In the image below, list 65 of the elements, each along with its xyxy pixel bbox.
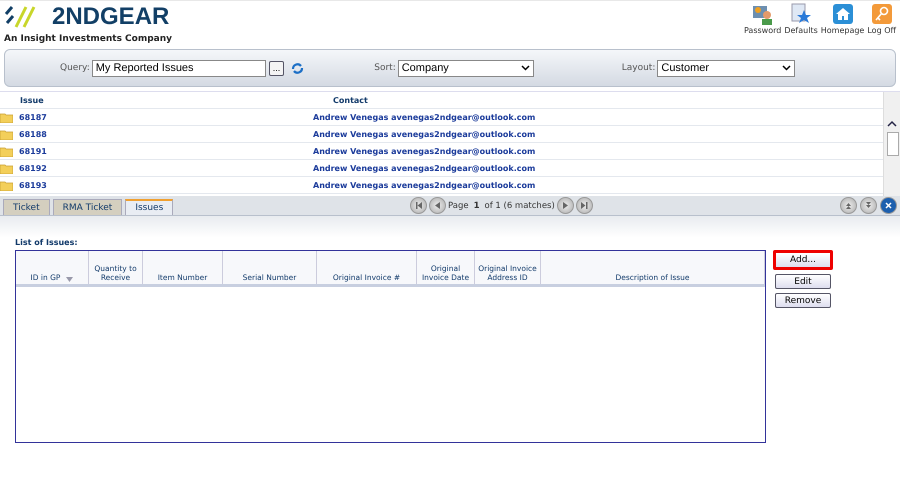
double-chevron-up-icon <box>845 202 852 209</box>
contact-cell-text: Andrew Venegas avenegas2ndgear@outlook.com <box>313 180 536 190</box>
action-button[interactable]: Remove <box>775 293 831 308</box>
refresh-icon[interactable] <box>291 62 304 74</box>
sort-label: Sort: <box>374 63 396 73</box>
first-page-button[interactable] <box>410 197 427 214</box>
close-button[interactable] <box>880 197 897 214</box>
double-chevron-down-icon <box>865 202 872 209</box>
header-action-button[interactable]: Log Off <box>867 3 896 35</box>
skip-back-icon <box>415 202 422 209</box>
action-button[interactable]: Edit <box>775 274 831 289</box>
contact-cell-text: Andrew Venegas avenegas2ndgear@outlook.com <box>313 112 536 122</box>
header-action-button[interactable]: Password <box>744 3 782 35</box>
close-icon <box>885 202 892 209</box>
collapse-up-button[interactable] <box>840 197 857 214</box>
key-icon <box>870 3 893 25</box>
triangle-right-icon <box>562 202 569 209</box>
folder-icon <box>0 162 13 174</box>
triangle-left-icon <box>434 202 441 209</box>
sort-dropdown[interactable]: Company <box>398 60 534 76</box>
folder-icon <box>0 146 13 156</box>
issue-link[interactable]: 68188 <box>19 130 313 138</box>
tab[interactable]: RMA Ticket <box>52 199 122 215</box>
query-field[interactable]: My Reported Issues <box>92 60 266 76</box>
folder-icon <box>0 180 13 190</box>
home-icon <box>832 3 854 25</box>
page-number: 1 <box>474 200 480 210</box>
action-button[interactable]: Add... <box>773 250 833 270</box>
folder-icon <box>0 128 13 140</box>
folder-icon <box>0 112 13 122</box>
sort-icon <box>66 277 74 282</box>
layout-label: Layout: <box>622 63 656 73</box>
contact-cell-text: Andrew Venegas avenegas2ndgear@outlook.com <box>313 146 536 156</box>
page-label: Page <box>448 200 469 210</box>
query-label: Query: <box>60 63 90 73</box>
tab[interactable]: Issues <box>125 199 174 215</box>
brand-tagline: An Insight Investments Company <box>4 34 172 44</box>
browse-button[interactable]: ... <box>268 60 284 76</box>
skip-forward-icon <box>580 202 588 209</box>
scrollbar-thumb[interactable] <box>887 132 899 156</box>
column-header: Contact <box>333 96 369 104</box>
contact-cell-text: Andrew Venegas avenegas2ndgear@outlook.com <box>313 130 536 138</box>
star-document-icon <box>790 3 812 25</box>
expand-down-button[interactable] <box>860 197 877 214</box>
next-page-button[interactable] <box>556 197 574 214</box>
last-page-button[interactable] <box>576 197 593 214</box>
header-action-button[interactable]: Homepage <box>820 3 864 35</box>
issue-link[interactable]: 68187 <box>19 112 313 122</box>
tab[interactable]: Ticket <box>3 199 50 215</box>
column-header: Issue <box>19 96 45 104</box>
issue-link[interactable]: 68193 <box>19 180 313 190</box>
contact-cell-text: Andrew Venegas avenegas2ndgear@outlook.com <box>313 164 536 172</box>
chevron-up-icon[interactable] <box>887 120 897 127</box>
previous-page-button[interactable] <box>429 197 446 214</box>
scrollbar[interactable] <box>883 92 900 196</box>
chevron-down-icon <box>520 65 530 71</box>
issue-link[interactable]: 68191 <box>19 146 313 156</box>
layout-dropdown[interactable]: Customer <box>657 60 796 76</box>
brand-name: 2NDGEAR <box>52 3 170 31</box>
header-action-button[interactable]: Defaults <box>784 3 818 35</box>
key-user-icon <box>752 3 774 25</box>
page-count: of 1 (6 matches) <box>484 200 555 210</box>
list-title: List of Issues: <box>15 238 79 247</box>
issue-link[interactable]: 68192 <box>19 164 313 172</box>
chevron-down-icon <box>782 65 792 71</box>
